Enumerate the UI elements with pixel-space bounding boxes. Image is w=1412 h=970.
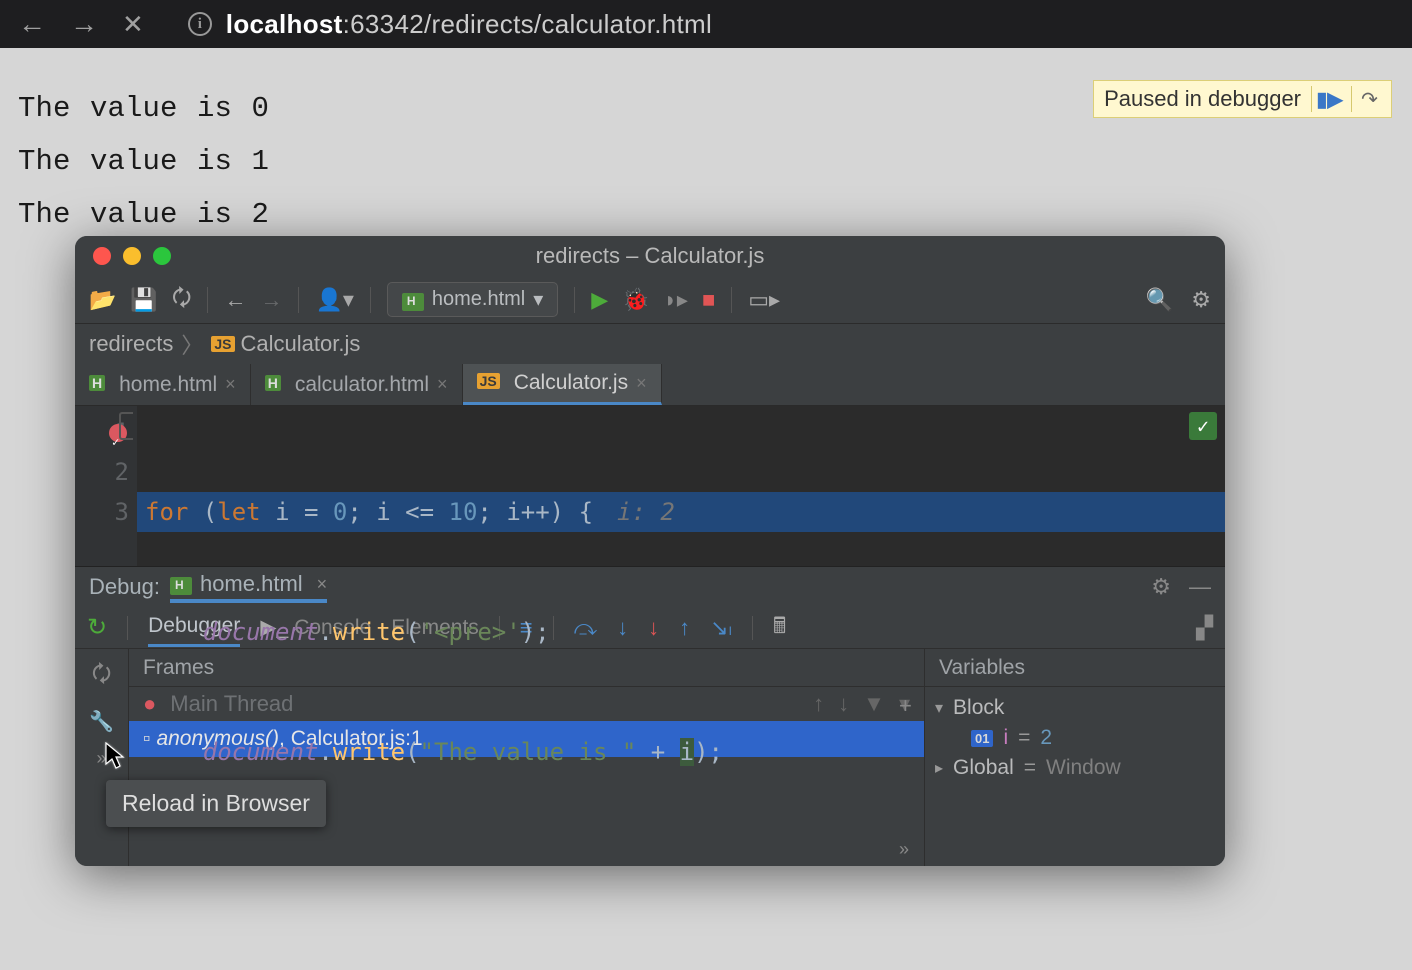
run-config-selector[interactable]: home.html ▾ [387,282,558,317]
editor-tab-calculator-html[interactable]: Hcalculator.html× [251,364,463,405]
user-icon[interactable]: 👤▾ [315,287,353,313]
chevron-down-icon[interactable]: ▾ [935,698,943,718]
chevron-right-icon[interactable]: ▸ [935,758,943,778]
inlay-hint: i: 2 [617,498,675,526]
editor-tabs: Hhome.html× Hcalculator.html× JSCalculat… [75,364,1225,406]
close-icon[interactable]: × [437,374,448,395]
search-icon[interactable]: 🔍 [1146,287,1173,313]
code-line-2[interactable]: document.write('<pre>'); [145,612,1217,652]
reload-browser-icon[interactable]: 🗘 [92,657,112,695]
ide-titlebar[interactable]: redirects – Calculator.js [75,236,1225,276]
chevron-right-icon: 〉 [181,328,203,360]
variables-pane: + Variables ▾ Block 01 i = 2 ▸ G [925,649,1225,866]
step-over-icon[interactable]: ↷ [1351,86,1381,112]
nav-forward-icon[interactable]: → [70,8,98,40]
code-area[interactable]: for (let i = 0; i <= 10; i++) {i: 2 docu… [137,406,1225,566]
variable-i[interactable]: 01 i = 2 [935,723,1215,753]
browser-address-bar: ← → ✕ i localhost:63342/redirects/calcul… [0,0,1412,48]
breadcrumb-root[interactable]: redirects [89,331,173,357]
editor-tab-home[interactable]: Hhome.html× [75,364,251,405]
settings-icon[interactable]: ⚙ [1191,287,1211,313]
window-maximize-icon[interactable] [153,247,171,265]
ide-title: redirects – Calculator.js [536,243,765,269]
sync-icon[interactable]: 🗘 [172,281,192,319]
debug-paused-banner: Paused in debugger ▮▶ ↷ [1093,80,1392,118]
thread-label[interactable]: Main Thread [170,691,293,717]
code-line-1[interactable]: for (let i = 0; i <= 10; i++) {i: 2 [137,492,1225,532]
wrench-icon[interactable]: 🔧 [89,709,114,734]
output-line: The value is 1 [18,145,1394,178]
window-close-icon[interactable] [93,247,111,265]
rerun-icon[interactable]: ↻ [87,613,107,642]
url-text[interactable]: localhost:63342/redirects/calculator.htm… [226,9,712,40]
scope-global[interactable]: ▸ Global = Window [935,753,1215,783]
html-file-icon [402,293,424,311]
back-icon[interactable]: ← [224,287,246,313]
variables-header: Variables [925,649,1225,687]
chevron-down-icon: ▾ [533,287,543,312]
run-icon[interactable]: ▶ [591,287,608,313]
html-file-icon [170,577,192,595]
window-minimize-icon[interactable] [123,247,141,265]
open-icon[interactable]: 📂 [89,287,116,313]
inspection-ok-icon[interactable]: ✓ [1189,412,1217,440]
save-icon[interactable]: 💾 [130,287,157,313]
ide-window: redirects – Calculator.js 📂 💾 🗘 ← → 👤▾ h… [75,236,1225,866]
fold-icon[interactable] [119,412,133,440]
breadcrumbs[interactable]: redirects 〉 JSCalculator.js [75,324,1225,364]
tooltip: Reload in Browser [106,780,326,827]
forward-icon[interactable]: → [260,287,282,313]
more-icon[interactable]: » [899,839,909,860]
mouse-cursor-icon [104,742,126,777]
nav-back-icon[interactable]: ← [18,8,46,40]
add-watch-icon[interactable]: + [899,693,912,719]
scope-block[interactable]: ▾ Block [935,693,1215,723]
editor-tab-calculator-js[interactable]: JSCalculator.js× [463,364,662,405]
output-line: The value is 2 [18,198,1394,231]
resume-icon[interactable]: ▮▶ [1311,86,1341,112]
close-icon[interactable]: × [636,373,647,394]
site-info-icon[interactable]: i [188,12,212,36]
close-icon[interactable]: × [225,374,236,395]
stop-icon[interactable]: ■ [702,287,715,313]
breadcrumb-file[interactable]: Calculator.js [241,331,361,356]
banner-text: Paused in debugger [1104,86,1301,112]
nav-stop-icon[interactable]: ✕ [122,9,144,40]
attach-icon[interactable]: ▭▸ [748,287,780,313]
debug-icon[interactable]: 🐞 [622,287,649,313]
ide-main-toolbar: 📂 💾 🗘 ← → 👤▾ home.html ▾ ▶ 🐞 ◗▸ ■ ▭▸ 🔍 ⚙ [75,276,1225,324]
code-editor[interactable]: 1 2 3 for (let i = 0; i <= 10; i++) {i: … [75,406,1225,566]
coverage-icon[interactable]: ◗▸ [664,287,688,313]
run-config-label: home.html [432,288,525,311]
